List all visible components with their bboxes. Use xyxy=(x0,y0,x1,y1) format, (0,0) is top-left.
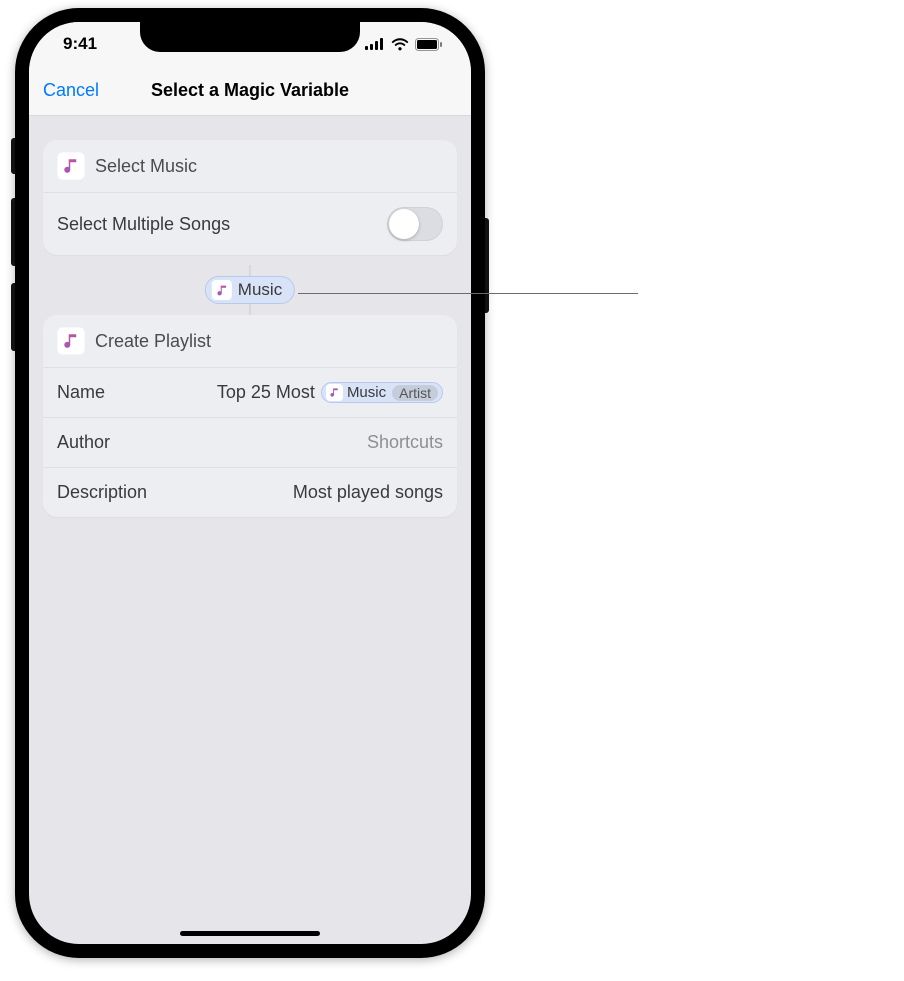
music-note-icon xyxy=(212,280,232,300)
token-subfield: Artist xyxy=(392,385,438,401)
name-text-value: Top 25 Most xyxy=(217,382,315,403)
music-note-icon xyxy=(57,327,85,355)
music-note-icon xyxy=(326,384,343,401)
token-label: Music xyxy=(347,384,386,401)
callout-line xyxy=(298,293,638,295)
row-label: Description xyxy=(57,482,147,503)
row-select-multiple[interactable]: Select Multiple Songs xyxy=(43,193,457,255)
cancel-button[interactable]: Cancel xyxy=(43,80,99,101)
row-description[interactable]: Description Most played songs xyxy=(43,468,457,517)
description-value: Most played songs xyxy=(293,482,443,503)
battery-icon xyxy=(415,38,443,51)
row-label: Author xyxy=(57,432,110,453)
action-header: Select Music xyxy=(43,140,457,193)
music-note-icon xyxy=(57,152,85,180)
action-title: Select Music xyxy=(95,156,197,177)
row-label: Select Multiple Songs xyxy=(57,214,230,235)
content-area: Select Music Select Multiple Songs Musi xyxy=(29,116,471,551)
wifi-icon xyxy=(391,38,409,51)
action-card-create-playlist[interactable]: Create Playlist Name Top 25 Most Music xyxy=(43,315,457,517)
toggle-multiple-songs[interactable] xyxy=(387,207,443,241)
home-indicator[interactable] xyxy=(180,931,320,936)
pill-label: Music xyxy=(238,280,282,300)
magic-variable-pill[interactable]: Music xyxy=(205,276,295,304)
nav-bar: Cancel Select a Magic Variable xyxy=(29,66,471,116)
status-indicators xyxy=(365,38,447,51)
author-value: Shortcuts xyxy=(367,432,443,453)
status-time: 9:41 xyxy=(53,34,97,54)
row-author[interactable]: Author Shortcuts xyxy=(43,418,457,468)
row-label: Name xyxy=(57,382,105,403)
magic-variable-token[interactable]: Music Artist xyxy=(321,382,443,403)
connector: Music xyxy=(43,265,457,315)
action-header: Create Playlist xyxy=(43,315,457,368)
notch xyxy=(140,22,360,52)
row-name[interactable]: Name Top 25 Most Music Artist xyxy=(43,368,457,418)
action-title: Create Playlist xyxy=(95,331,211,352)
action-card-select-music[interactable]: Select Music Select Multiple Songs xyxy=(43,140,457,255)
cellular-signal-icon xyxy=(365,38,385,50)
